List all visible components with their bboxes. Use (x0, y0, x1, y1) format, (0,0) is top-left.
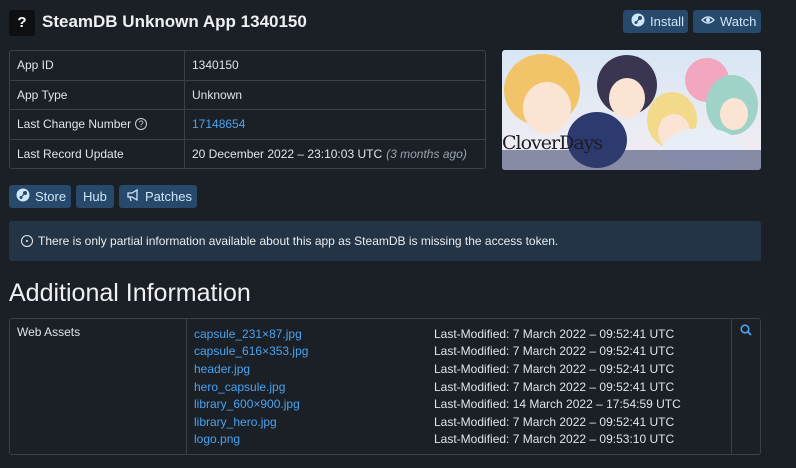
info-row-last-record-update: Last Record Update 20 December 2022 – 23… (10, 139, 485, 168)
question-circle-icon[interactable]: ? (135, 118, 148, 131)
info-key: Last Record Update (10, 139, 185, 168)
page-header: ? SteamDB Unknown App 1340150 Install Wa… (9, 8, 761, 36)
unknown-app-icon: ? (9, 10, 35, 36)
asset-file-link[interactable]: hero_capsule.jpg (194, 380, 434, 394)
search-icon (740, 324, 752, 454)
asset-file-link[interactable]: header.jpg (194, 362, 434, 376)
asset-modified: Last-Modified: 7 March 2022 – 09:52:41 U… (434, 414, 675, 429)
info-row-app-type: App Type Unknown (10, 80, 485, 110)
info-icon (21, 235, 33, 247)
asset-file-link[interactable]: library_600×900.jpg (194, 397, 434, 411)
patches-label: Patches (145, 189, 192, 204)
web-assets-label: Web Assets (10, 319, 187, 454)
asset-file-link[interactable]: capsule_616×353.jpg (194, 344, 434, 358)
info-key: App ID (10, 51, 185, 80)
info-row-last-change: Last Change Number ? 17148654 (10, 110, 485, 140)
megaphone-icon (126, 188, 140, 205)
asset-modified: Last-Modified: 7 March 2022 – 09:52:41 U… (434, 326, 675, 341)
partial-info-notice: There is only partial information availa… (9, 221, 761, 261)
asset-file-link[interactable]: logo.png (194, 432, 434, 446)
table-row: capsule_616×353.jpg Last-Modified: 7 Mar… (194, 343, 734, 361)
assets-search-button[interactable] (731, 319, 760, 454)
info-value: 17148654 (185, 117, 245, 131)
asset-file-link[interactable]: capsule_231×87.jpg (194, 327, 434, 341)
steam-icon (16, 188, 30, 205)
store-button[interactable]: Store (9, 185, 71, 208)
hub-label: Hub (83, 189, 107, 204)
app-capsule-image: CloverDays (502, 50, 761, 170)
asset-list: capsule_231×87.jpg Last-Modified: 7 Marc… (194, 325, 734, 448)
asset-modified: Last-Modified: 7 March 2022 – 09:52:41 U… (434, 361, 675, 376)
page-title: SteamDB Unknown App 1340150 (42, 12, 307, 31)
watch-label: Watch (720, 14, 757, 29)
relative-time: (3 months ago) (386, 147, 467, 162)
web-assets-table: Web Assets capsule_231×87.jpg Last-Modif… (9, 318, 761, 455)
table-row: library_hero.jpg Last-Modified: 7 March … (194, 413, 734, 431)
asset-modified: Last-Modified: 7 March 2022 – 09:52:41 U… (434, 379, 675, 394)
steam-icon (631, 13, 645, 30)
section-title: Additional Information (9, 279, 251, 307)
info-row-app-id: App ID 1340150 (10, 51, 485, 81)
watch-button[interactable]: Watch (693, 10, 761, 33)
info-value: Unknown (192, 87, 243, 102)
store-label: Store (35, 189, 67, 204)
info-value: 1340150 (192, 58, 239, 73)
table-row: capsule_231×87.jpg Last-Modified: 7 Marc… (194, 325, 734, 343)
install-button[interactable]: Install (623, 10, 688, 33)
table-row: logo.png Last-Modified: 7 March 2022 – 0… (194, 431, 734, 449)
asset-modified: Last-Modified: 7 March 2022 – 09:53:10 U… (434, 432, 675, 447)
info-value: 20 December 2022 – 23:10:03 UTC (3 month… (192, 147, 467, 162)
app-info-table: App ID 1340150 App Type Unknown Last Cha… (9, 50, 486, 169)
notice-text: There is only partial information availa… (38, 234, 559, 248)
install-label: Install (650, 14, 684, 29)
table-row: library_600×900.jpg Last-Modified: 14 Ma… (194, 395, 734, 413)
change-number-link[interactable]: 17148654 (192, 117, 245, 131)
patches-button[interactable]: Patches (119, 185, 197, 208)
table-row: hero_capsule.jpg Last-Modified: 7 March … (194, 378, 734, 396)
hub-button[interactable]: Hub (76, 185, 114, 208)
asset-file-link[interactable]: library_hero.jpg (194, 415, 434, 429)
info-key: App Type (10, 80, 185, 109)
asset-modified: Last-Modified: 7 March 2022 – 09:52:41 U… (434, 344, 675, 359)
asset-modified: Last-Modified: 14 March 2022 – 17:54:59 … (434, 397, 681, 412)
eye-icon (701, 13, 715, 30)
capsule-logo-text: CloverDays (502, 132, 603, 154)
info-key: Last Change Number ? (10, 110, 185, 139)
table-row: header.jpg Last-Modified: 7 March 2022 –… (194, 360, 734, 378)
